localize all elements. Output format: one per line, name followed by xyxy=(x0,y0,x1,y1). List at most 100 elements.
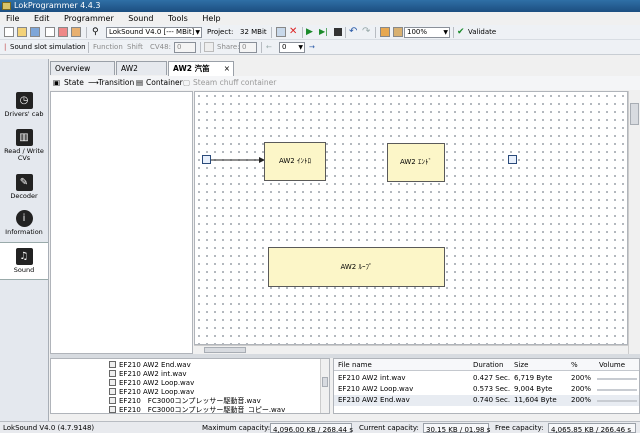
new-file-icon[interactable] xyxy=(4,27,14,37)
state-aw2-end[interactable]: AW2 ｴﾝﾄﾞ xyxy=(387,143,445,182)
import-icon[interactable] xyxy=(45,27,55,37)
menu-sound[interactable]: Sound xyxy=(122,12,159,25)
share-spinner[interactable]: 0 xyxy=(239,42,257,53)
cell-size: 11,604 Byte xyxy=(514,396,557,404)
free-capacity-text: 4,065.85 KB / 266.46 s xyxy=(551,426,631,433)
open-folder-icon[interactable] xyxy=(17,27,27,37)
sidebar-item-drivers-cab[interactable]: ◷ Drivers' cab xyxy=(0,92,48,118)
exit-port[interactable] xyxy=(508,155,517,164)
column-header[interactable]: Duration xyxy=(473,359,503,371)
speaker-icon: | xyxy=(4,43,7,51)
max-capacity-value: 4,096.00 KB / 268.44 s xyxy=(270,423,353,433)
canvas-vertical-scrollbar[interactable] xyxy=(628,91,640,354)
cut-icon[interactable] xyxy=(380,27,390,37)
sidebar-item-sound[interactable]: ♫ Sound xyxy=(0,242,48,280)
scroll-thumb[interactable] xyxy=(322,377,328,387)
container-tool[interactable]: Container xyxy=(146,76,183,90)
paste-icon[interactable] xyxy=(393,27,403,37)
delete-icon[interactable]: ✕ xyxy=(289,27,299,37)
cv48-spinner[interactable]: 0 xyxy=(174,42,196,53)
menu-help[interactable]: Help xyxy=(196,12,226,25)
tab-aw2-whistle[interactable]: AW2 汽笛 × xyxy=(168,61,234,76)
state-aw2-intro[interactable]: AW2 ｲﾝﾄﾛ xyxy=(264,142,326,181)
menu-file[interactable]: File xyxy=(0,12,25,25)
wrench-icon: ✎ xyxy=(15,174,33,191)
file-name: EF210 AW2 Loop.wav xyxy=(119,379,195,387)
column-header[interactable]: File name xyxy=(338,359,372,371)
free-capacity-label: Free capacity: xyxy=(495,424,544,432)
redo-icon[interactable]: ↷ xyxy=(362,27,372,37)
list-item[interactable]: EF210 AW2 Loop.wav xyxy=(109,379,194,388)
undo-icon[interactable]: ↶ xyxy=(349,27,359,37)
volume-select[interactable]: 100% ▼ xyxy=(404,27,450,38)
volume-select-value: 100% xyxy=(407,28,428,36)
sidebar-item-read-write-cvs[interactable]: ▥ Read / Write CVs xyxy=(0,129,48,162)
wav-file-icon xyxy=(109,361,116,368)
menu-tools[interactable]: Tools xyxy=(162,12,194,25)
play-icon[interactable]: ▶ xyxy=(306,27,316,37)
validate-button[interactable]: Validate xyxy=(468,27,496,38)
list-item[interactable]: EF210 FC3000コンプレッサー駆動音.wav xyxy=(109,397,261,406)
sound-file-table[interactable]: File name Duration Size % Volume EF210 A… xyxy=(333,358,640,414)
state-aw2-loop[interactable]: AW2 ﾙｰﾌﾟ xyxy=(268,247,445,287)
table-row[interactable]: EF210 AW2 int.wav 0.427 Sec. 6,719 Byte … xyxy=(334,373,639,384)
export-icon[interactable] xyxy=(58,27,68,37)
arrow-left-icon[interactable]: ← xyxy=(266,42,272,53)
entry-port[interactable] xyxy=(202,155,211,164)
free-capacity-value: 4,065.85 KB / 266.46 s xyxy=(548,423,636,433)
sidebar-item-information[interactable]: i Information xyxy=(0,210,48,236)
menu-edit[interactable]: Edit xyxy=(28,12,56,25)
volume-slider[interactable] xyxy=(597,400,637,402)
sidebar-item-decoder[interactable]: ✎ Decoder xyxy=(0,174,48,200)
decoder-select[interactable]: LokSound V4.0 [--- MBit] ▼ xyxy=(106,27,202,38)
file-list-scrollbar[interactable] xyxy=(320,359,329,413)
write-icon[interactable] xyxy=(71,27,81,37)
project-label: Project: xyxy=(207,28,234,36)
state-tool[interactable]: State xyxy=(64,76,84,90)
list-item[interactable]: EF210 AW2 Loop.wav xyxy=(109,388,194,397)
file-name: EF210 FC3000コンプレッサー駆動音_コピー.wav xyxy=(119,406,286,414)
close-icon[interactable]: × xyxy=(224,62,230,75)
list-item[interactable]: EF210 AW2 End.wav xyxy=(109,361,191,370)
list-item[interactable]: EF210 FC3000コンプレッサー駆動音_コピー.wav xyxy=(109,406,286,414)
file-name: EF210 AW2 Loop.wav xyxy=(119,388,195,396)
wav-file-icon xyxy=(109,388,116,395)
volume-slider[interactable] xyxy=(597,378,637,380)
scroll-thumb[interactable] xyxy=(630,103,639,125)
save-icon[interactable] xyxy=(30,27,40,37)
column-header[interactable]: % xyxy=(571,359,578,371)
wav-file-icon xyxy=(109,370,116,377)
cell-size: 9,004 Byte xyxy=(514,385,553,393)
sound-slot-simulation-button[interactable]: Sound slot simulation xyxy=(10,42,86,53)
main-toolbar: ⚲ LokSound V4.0 [--- MBit] ▼ Project: 32… xyxy=(0,25,640,40)
volume-slider[interactable] xyxy=(597,389,637,391)
current-capacity-text: 30.15 KB / 01.98 s xyxy=(426,426,491,433)
sound-tree-pane[interactable] xyxy=(50,91,193,354)
state-diagram-canvas[interactable]: AW2 ｲﾝﾄﾛ AW2 ｴﾝﾄﾞ AW2 ﾙｰﾌﾟ xyxy=(194,91,628,345)
column-header[interactable]: Volume xyxy=(599,359,625,371)
scroll-thumb[interactable] xyxy=(204,347,246,353)
wav-file-list[interactable]: EF210 AW2 End.wav EF210 AW2 int.wav EF21… xyxy=(50,358,330,414)
table-row[interactable]: EF210 AW2 End.wav 0.740 Sec. 11,604 Byte… xyxy=(334,395,639,406)
state-label: AW2 ｲﾝﾄﾛ xyxy=(278,157,311,165)
tab-overview[interactable]: Overview xyxy=(50,61,115,75)
key-icon[interactable]: ⚲ xyxy=(92,27,102,37)
cell-duration: 0.427 Sec. xyxy=(473,374,511,382)
transition-tool[interactable]: Transition xyxy=(98,76,134,90)
canvas-horizontal-scrollbar[interactable] xyxy=(194,345,628,354)
column-header[interactable]: Size xyxy=(514,359,528,371)
file-name: EF210 AW2 End.wav xyxy=(119,361,191,369)
cv48-label: CV48: xyxy=(150,43,171,51)
list-item[interactable]: EF210 AW2 int.wav xyxy=(109,370,187,379)
sidebar-item-label: Decoder xyxy=(10,192,38,200)
menu-programmer[interactable]: Programmer xyxy=(58,12,120,25)
share-label: Share: xyxy=(217,43,240,51)
stop-icon[interactable] xyxy=(334,28,342,36)
arrow-right-icon[interactable]: → xyxy=(309,42,315,53)
tab-aw2[interactable]: AW2 xyxy=(116,61,167,75)
programmer-icon[interactable] xyxy=(276,27,286,37)
nav-select[interactable]: 0 ▼ xyxy=(279,42,305,53)
step-icon[interactable]: ▶| xyxy=(319,27,329,37)
table-row[interactable]: EF210 AW2 Loop.wav 0.573 Sec. 9,004 Byte… xyxy=(334,384,639,395)
transition-arrow[interactable] xyxy=(211,155,265,165)
